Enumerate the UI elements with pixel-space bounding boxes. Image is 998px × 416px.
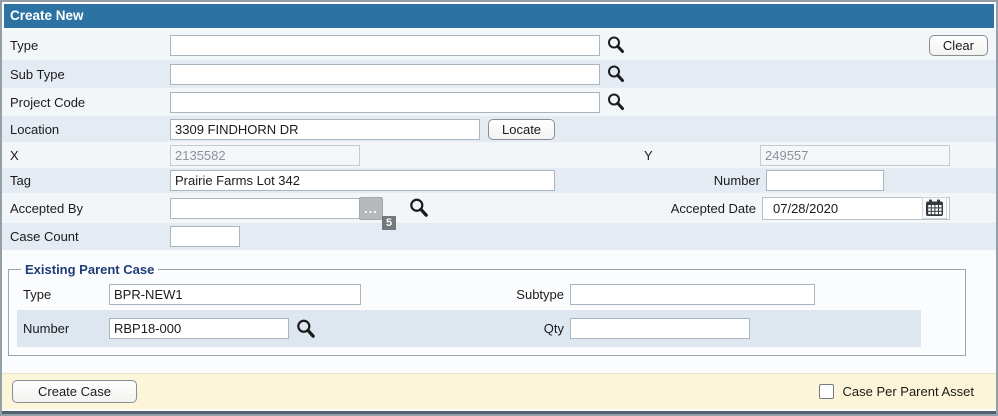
x-label: X <box>10 147 19 163</box>
project-code-label: Project Code <box>10 94 86 110</box>
parent-type-input[interactable] <box>109 284 361 305</box>
type-label: Type <box>10 37 39 53</box>
y-group: Y <box>599 144 950 166</box>
lookup-ellipsis-button[interactable]: ... <box>359 196 383 220</box>
existing-parent-case-legend: Existing Parent Case <box>25 262 155 277</box>
parent-qty-label: Qty <box>543 321 564 336</box>
case-count-input[interactable] <box>170 226 240 247</box>
parent-type-label: Type <box>23 287 52 302</box>
location-label: Location <box>10 121 60 137</box>
calendar-icon[interactable] <box>922 197 947 219</box>
accepted-date-label: Accepted Date <box>670 200 756 216</box>
window-title: Create New <box>4 4 994 28</box>
row-accepted: Accepted By ... 5 Accepted Date <box>2 193 996 230</box>
accepted-by-field: ... 5 <box>170 196 396 230</box>
parent-qty-input[interactable] <box>570 318 750 339</box>
case-per-parent-asset-checkbox[interactable] <box>819 384 835 399</box>
parent-number-cell <box>109 318 369 340</box>
clear-button[interactable]: Clear <box>928 34 988 56</box>
case-per-parent-asset-group: Case Per Parent Asset <box>819 384 974 399</box>
accepted-date-group: Accepted Date <box>601 196 950 220</box>
locate-button[interactable]: Locate <box>488 118 556 140</box>
project-code-input[interactable] <box>170 91 600 113</box>
footer-bar: Create Case Case Per Parent Asset <box>2 373 996 409</box>
create-new-window: Create New Type Clear Sub Type Project C… <box>0 0 998 416</box>
existing-parent-case-fieldset: Existing Parent Case Type Subtype Number… <box>8 262 966 356</box>
parent-number-input[interactable] <box>109 318 289 339</box>
create-case-button[interactable]: Create Case <box>12 380 137 403</box>
parent-type-row: Type Subtype <box>17 279 921 310</box>
tag-label: Tag <box>10 173 31 188</box>
accepted-by-label: Accepted By <box>10 200 83 216</box>
row-project-code: Project Code <box>2 88 996 116</box>
row-type: Type Clear <box>2 30 996 60</box>
parent-number-row: Number Qty <box>17 310 921 347</box>
number-input[interactable] <box>766 170 884 191</box>
search-icon[interactable] <box>295 318 317 340</box>
row-tag-number: Tag Number <box>2 168 996 193</box>
tag-input[interactable] <box>170 170 555 191</box>
bottom-strip <box>2 411 996 414</box>
type-input[interactable] <box>170 34 600 56</box>
search-icon[interactable] <box>606 92 626 112</box>
y-input <box>760 144 950 166</box>
location-input[interactable] <box>170 118 480 140</box>
row-location: Location Locate <box>2 116 996 142</box>
accepted-date-input[interactable] <box>769 198 922 218</box>
parent-type-cell <box>109 284 369 305</box>
accepted-date-field <box>762 196 950 220</box>
search-icon[interactable] <box>408 197 430 219</box>
number-label: Number <box>713 173 760 188</box>
case-per-parent-asset-label: Case Per Parent Asset <box>842 384 974 399</box>
sub-type-label: Sub Type <box>10 66 65 82</box>
y-label: Y <box>644 147 653 163</box>
parent-number-label: Number <box>23 321 70 336</box>
search-icon[interactable] <box>606 35 626 55</box>
search-icon[interactable] <box>606 64 626 84</box>
row-case-count: Case Count <box>2 223 996 250</box>
parent-subtype-label: Subtype <box>516 287 564 302</box>
form-body: Type Clear Sub Type Project Code Locatio… <box>2 30 996 359</box>
parent-subtype-input[interactable] <box>570 284 815 305</box>
row-xy: X Y <box>2 142 996 168</box>
row-sub-type: Sub Type <box>2 60 996 88</box>
accepted-by-input[interactable] <box>170 197 382 219</box>
count-badge: 5 <box>382 215 396 230</box>
case-count-label: Case Count <box>10 229 79 244</box>
number-group: Number <box>605 170 884 191</box>
sub-type-input[interactable] <box>170 63 600 85</box>
x-input <box>170 144 360 166</box>
